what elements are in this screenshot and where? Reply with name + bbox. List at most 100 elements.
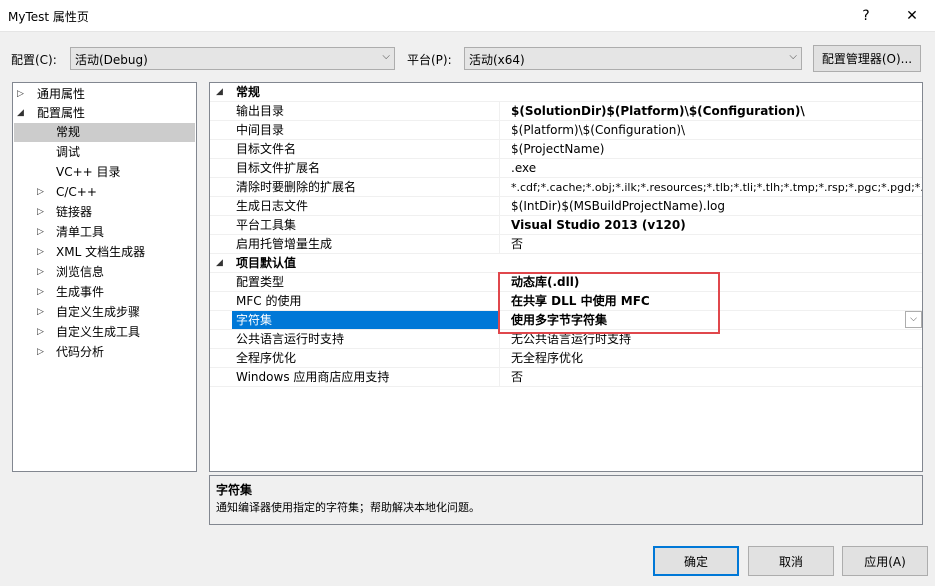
- property-name: 字符集: [232, 311, 499, 329]
- tree-item-label: 自定义生成步骤: [56, 305, 141, 319]
- tree-item-code-analysis[interactable]: ▷ 代码分析: [37, 343, 195, 362]
- property-value: Visual Studio 2013 (v120): [511, 218, 686, 232]
- tree-item-browse-information[interactable]: ▷ 浏览信息: [37, 263, 195, 282]
- property-row[interactable]: 生成日志文件 $(IntDir)$(MSBuildProjectName).lo…: [210, 197, 922, 216]
- property-row[interactable]: 目标文件扩展名 .exe: [210, 159, 922, 178]
- property-row[interactable]: 清除时要删除的扩展名 *.cdf;*.cache;*.obj;*.ilk;*.r…: [210, 178, 922, 197]
- expand-icon[interactable]: ▷: [37, 283, 49, 302]
- property-name: 公共语言运行时支持: [236, 332, 345, 346]
- expand-icon[interactable]: ▷: [37, 183, 49, 202]
- category-general[interactable]: ◢ 常规: [210, 83, 922, 102]
- help-button[interactable]: ?: [843, 0, 889, 32]
- chevron-down-icon: ⌵: [789, 51, 797, 62]
- description-text: 通知编译器使用指定的字符集；帮助解决本地化问题。: [216, 501, 480, 514]
- tree-item-config-properties[interactable]: ◢ 配置属性: [17, 104, 195, 123]
- tree-item-custom-build-tool[interactable]: ▷ 自定义生成工具: [37, 323, 195, 342]
- expand-icon[interactable]: ▷: [17, 85, 29, 104]
- tree-item-common-properties[interactable]: ▷ 通用属性: [17, 85, 195, 104]
- tree-item-vc-directories[interactable]: VC++ 目录: [17, 163, 195, 182]
- property-name: 平台工具集: [236, 218, 297, 232]
- category-project-defaults[interactable]: ◢ 项目默认值: [210, 254, 922, 273]
- property-value: 动态库(.dll): [511, 275, 580, 289]
- tree-item-label: 生成事件: [56, 285, 105, 299]
- column-divider: [499, 349, 500, 368]
- expand-icon[interactable]: ▷: [37, 303, 49, 322]
- collapse-icon[interactable]: ◢: [216, 254, 223, 273]
- column-divider: [499, 368, 500, 387]
- property-row[interactable]: 中间目录 $(Platform)\$(Configuration)\: [210, 121, 922, 140]
- property-value: 否: [511, 370, 524, 384]
- column-divider: [499, 159, 500, 178]
- tree-item-label: 清单工具: [56, 225, 105, 239]
- column-divider: [499, 311, 500, 330]
- collapse-icon[interactable]: ◢: [216, 83, 223, 102]
- property-value: 无全程序优化: [511, 351, 584, 365]
- ok-button[interactable]: 确定: [653, 546, 739, 576]
- property-name: 配置类型: [236, 275, 285, 289]
- property-name: 目标文件扩展名: [236, 161, 321, 175]
- platform-dropdown[interactable]: 活动(x64) ⌵: [464, 47, 802, 70]
- close-button[interactable]: ✕: [889, 0, 935, 32]
- expand-icon[interactable]: ▷: [37, 203, 49, 222]
- property-value: 在共享 DLL 中使用 MFC: [511, 294, 650, 308]
- column-divider: [499, 178, 500, 197]
- category-label: 项目默认值: [236, 256, 297, 270]
- tree-item-cpp[interactable]: ▷ C/C++: [37, 183, 195, 202]
- property-row[interactable]: 平台工具集 Visual Studio 2013 (v120): [210, 216, 922, 235]
- property-value: 否: [511, 237, 524, 251]
- property-row-selected[interactable]: 字符集 使用多字节字符集 ⌵: [210, 311, 922, 330]
- platform-value: 活动(x64): [469, 53, 525, 67]
- tree-item-custom-build-step[interactable]: ▷ 自定义生成步骤: [37, 303, 195, 322]
- property-grid: ◢ 常规 输出目录 $(SolutionDir)$(Platform)\$(Co…: [209, 82, 923, 472]
- property-row[interactable]: Windows 应用商店应用支持 否: [210, 368, 922, 387]
- property-row[interactable]: MFC 的使用 在共享 DLL 中使用 MFC: [210, 292, 922, 311]
- tree-item-label: VC++ 目录: [56, 165, 121, 179]
- description-panel: 字符集 通知编译器使用指定的字符集；帮助解决本地化问题。: [209, 475, 923, 525]
- property-row[interactable]: 全程序优化 无全程序优化: [210, 349, 922, 368]
- property-row[interactable]: 配置类型 动态库(.dll): [210, 273, 922, 292]
- tree-item-label: C/C++: [56, 185, 97, 199]
- property-row[interactable]: 目标文件名 $(ProjectName): [210, 140, 922, 159]
- chevron-down-icon[interactable]: ⌵: [905, 311, 922, 328]
- column-divider: [499, 102, 500, 121]
- config-dropdown[interactable]: 活动(Debug) ⌵: [70, 47, 395, 70]
- tree-item-manifest-tool[interactable]: ▷ 清单工具: [37, 223, 195, 242]
- property-name: 中间目录: [236, 123, 285, 137]
- expand-icon[interactable]: ▷: [37, 223, 49, 242]
- column-divider: [499, 330, 500, 349]
- expand-icon[interactable]: ▷: [37, 263, 49, 282]
- tree-item-linker[interactable]: ▷ 链接器: [37, 203, 195, 222]
- expand-icon[interactable]: ▷: [37, 323, 49, 342]
- column-divider: [499, 273, 500, 292]
- column-divider: [499, 197, 500, 216]
- property-name: MFC 的使用: [236, 294, 302, 308]
- property-row[interactable]: 输出目录 $(SolutionDir)$(Platform)\$(Configu…: [210, 102, 922, 121]
- tree-item-general[interactable]: 常规: [14, 123, 195, 142]
- column-divider: [499, 121, 500, 140]
- cancel-button[interactable]: 取消: [748, 546, 834, 576]
- config-manager-button[interactable]: 配置管理器(O)...: [813, 45, 921, 72]
- description-title: 字符集: [216, 483, 253, 497]
- property-name: 生成日志文件: [236, 199, 309, 213]
- tree-item-build-events[interactable]: ▷ 生成事件: [37, 283, 195, 302]
- apply-button[interactable]: 应用(A): [842, 546, 928, 576]
- config-label: 配置(C):: [11, 53, 57, 67]
- property-value: $(Platform)\$(Configuration)\: [511, 123, 686, 137]
- expand-icon[interactable]: ▷: [37, 243, 49, 262]
- tree-item-label: 常规: [56, 125, 81, 139]
- category-label: 常规: [236, 85, 261, 99]
- collapse-icon[interactable]: ◢: [17, 104, 29, 123]
- property-name: 输出目录: [236, 104, 285, 118]
- property-tree: ▷ 通用属性 ◢ 配置属性 常规 调试 VC++ 目录 ▷ C/C++ ▷ 链接…: [12, 82, 197, 472]
- property-value: $(SolutionDir)$(Platform)\$(Configuratio…: [511, 104, 805, 118]
- property-value: 无公共语言运行时支持: [511, 332, 632, 346]
- platform-label: 平台(P):: [407, 53, 452, 67]
- tree-item-label: 浏览信息: [56, 265, 105, 279]
- expand-icon[interactable]: ▷: [37, 343, 49, 362]
- window-title: MyTest 属性页: [8, 10, 89, 24]
- property-row[interactable]: 公共语言运行时支持 无公共语言运行时支持: [210, 330, 922, 349]
- property-row[interactable]: 启用托管增量生成 否: [210, 235, 922, 254]
- column-divider: [499, 235, 500, 254]
- tree-item-xml-doc-generator[interactable]: ▷ XML 文档生成器: [37, 243, 195, 262]
- tree-item-debugging[interactable]: 调试: [17, 143, 195, 162]
